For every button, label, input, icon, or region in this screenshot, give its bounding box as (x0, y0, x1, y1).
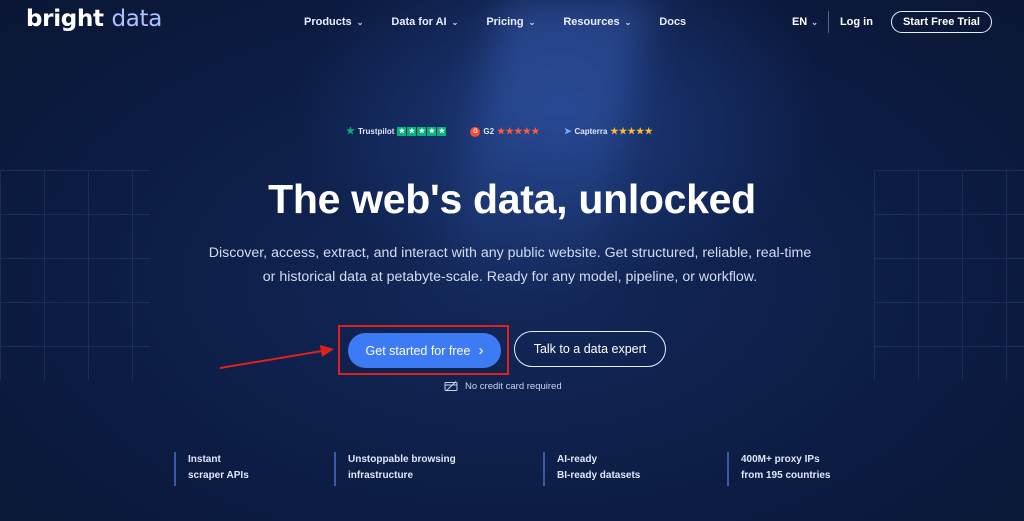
trustpilot-star-icon: ★ (346, 126, 355, 137)
nav-item-resources[interactable]: Resources ⌄ (563, 16, 631, 28)
feature-title: AI-ready (557, 454, 598, 465)
rating-source-label: Trustpilot (357, 127, 395, 136)
nav-item-label: Products (304, 16, 352, 28)
g2-rating[interactable]: G G2 ★★★★★ (470, 126, 540, 137)
nav-item-pricing[interactable]: Pricing ⌄ (486, 16, 535, 28)
feature-title: 400M+ proxy IPs (741, 454, 820, 465)
ratings-bar: ★ Trustpilot ★ ★ ★ ★ ★ G G2 ★★★★★ ➤ Capterra… (346, 126, 653, 137)
nav-item-products[interactable]: Products ⌄ (304, 16, 363, 28)
nav-item-label: Resources (563, 16, 620, 28)
chevron-right-icon: › (478, 342, 484, 359)
top-navigation: bright data Products ⌄ Data for AI ⌄ Pri… (0, 0, 1024, 44)
credit-card-crossed-icon (444, 381, 458, 392)
feature-subtitle: infrastructure (348, 470, 414, 481)
start-free-trial-button[interactable]: Start Free Trial (890, 11, 992, 33)
g2-logo-icon: G (470, 126, 481, 137)
language-label: EN (791, 16, 808, 28)
nav-item-data-for-ai[interactable]: Data for AI ⌄ (391, 16, 458, 28)
feature-item: Instant scraper APIs (174, 452, 249, 486)
rating-source-label: G2 (483, 127, 495, 136)
get-started-label: Get started for free (365, 343, 471, 358)
no-credit-card-label: No credit card required (465, 381, 562, 392)
capterra-stars: ★★★★★ (610, 126, 654, 136)
chevron-down-icon: ⌄ (356, 17, 364, 27)
chevron-down-icon: ⌄ (624, 17, 632, 27)
capterra-rating[interactable]: ➤ Capterra ★★★★★ (564, 126, 653, 137)
hero-subtitle-line-1: Discover, access, extract, and interact … (208, 245, 812, 261)
language-selector[interactable]: EN ⌄ (792, 16, 818, 28)
feature-item: Unstoppable browsing infrastructure (334, 452, 456, 486)
feature-subtitle: scraper APIs (188, 470, 249, 481)
rating-source-label: Capterra (574, 127, 608, 136)
feature-item: 400M+ proxy IPs from 195 countries (727, 452, 830, 486)
nav-divider (827, 11, 829, 33)
feature-title: Instant (188, 454, 221, 465)
nav-item-docs[interactable]: Docs (659, 16, 686, 28)
trustpilot-stars: ★ ★ ★ ★ ★ (397, 127, 447, 136)
feature-item: AI-ready BI-ready datasets (543, 452, 640, 486)
nav-item-label: Docs (659, 16, 687, 28)
feature-title: Unstoppable browsing (348, 454, 456, 465)
hero-headline: The web's data, unlocked (268, 176, 756, 222)
feature-subtitle: BI-ready datasets (557, 470, 641, 481)
feature-subtitle: from 195 countries (741, 470, 831, 481)
highlight-box-annotation: Get started for free › (338, 325, 509, 375)
talk-to-expert-button[interactable]: Talk to a data expert (514, 331, 666, 367)
chevron-down-icon: ⌄ (811, 17, 818, 27)
capterra-logo-icon: ➤ (563, 126, 572, 136)
nav-item-label: Data for AI (391, 16, 447, 28)
logo-text-data: data (111, 6, 163, 32)
chevron-down-icon: ⌄ (451, 17, 459, 27)
chevron-down-icon: ⌄ (528, 17, 536, 27)
bright-data-logo[interactable]: bright data (26, 6, 162, 32)
nav-right-group: EN ⌄ Log in Start Free Trial (792, 11, 992, 33)
trustpilot-rating[interactable]: ★ Trustpilot ★ ★ ★ ★ ★ (346, 126, 447, 137)
nav-item-label: Pricing (486, 16, 524, 28)
login-link[interactable]: Log in (840, 16, 873, 28)
get-started-button[interactable]: Get started for free › (348, 333, 501, 368)
hero-subtitle: Discover, access, extract, and interact … (180, 241, 840, 289)
logo-text-bright: bright (26, 6, 104, 32)
red-arrow-annotation (219, 345, 334, 369)
g2-stars: ★★★★★ (497, 126, 540, 136)
hero-subtitle-line-2: or historical data at petabyte-scale. Re… (262, 269, 758, 285)
no-credit-card-note: No credit card required (444, 381, 562, 392)
main-menu: Products ⌄ Data for AI ⌄ Pricing ⌄ Resou… (304, 16, 686, 28)
